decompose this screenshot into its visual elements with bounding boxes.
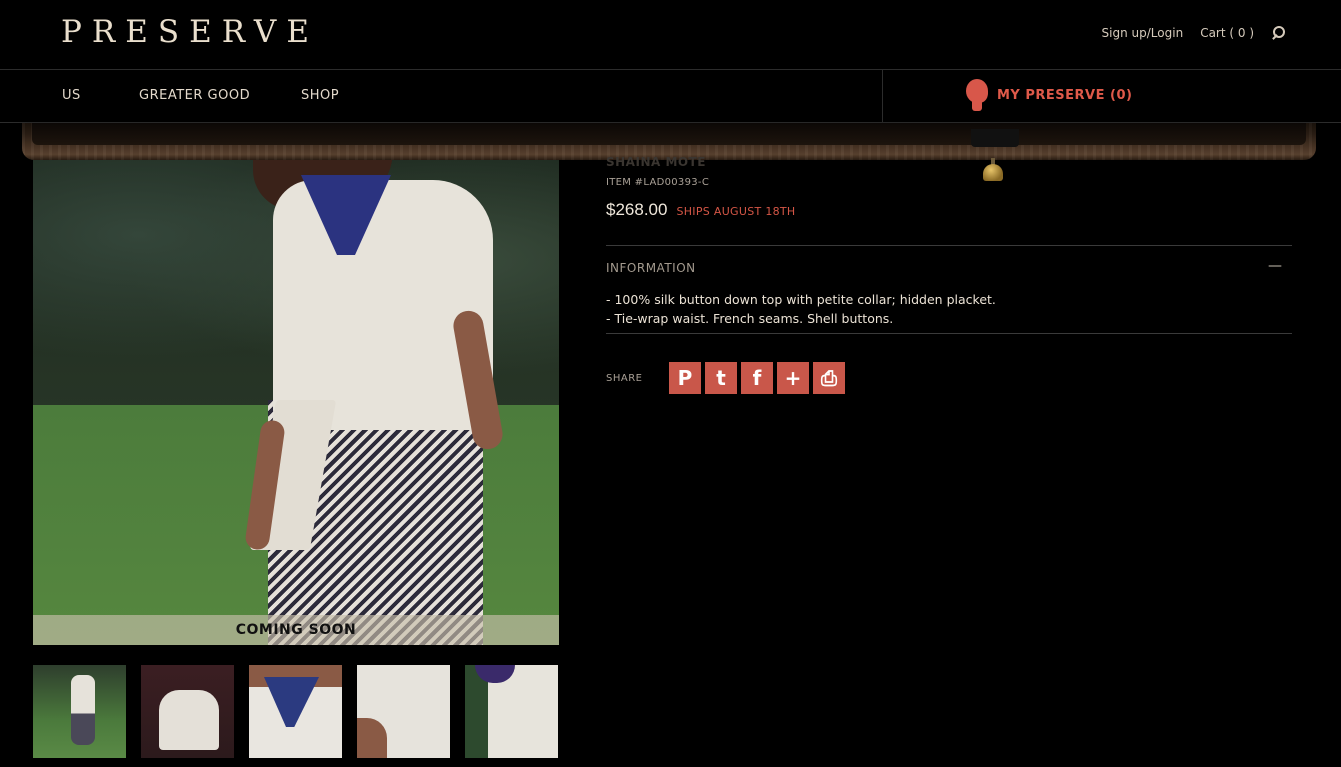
top-header: PRESERVE Sign up/Login Cart ( 0 ) <box>0 0 1341 70</box>
pinterest-icon[interactable]: P <box>669 362 701 394</box>
my-preserve-label[interactable]: MY PRESERVE (0) <box>997 88 1132 103</box>
bell-icon[interactable] <box>982 158 1004 185</box>
thumbnail-1[interactable] <box>33 665 126 758</box>
share-buttons: P t f + ⎙ <box>669 362 845 394</box>
ship-date: SHIPS AUGUST 18TH <box>676 205 796 218</box>
site-logo[interactable]: PRESERVE <box>61 14 319 50</box>
nav-divider <box>882 70 883 123</box>
signup-login-link[interactable]: Sign up/Login <box>1102 26 1184 40</box>
silhouette-icon <box>965 79 989 111</box>
facebook-icon[interactable]: f <box>741 362 773 394</box>
information-line: - Tie-wrap waist. French seams. Shell bu… <box>606 311 894 326</box>
main-nav: US GREATER GOOD SHOP MY PRESERVE (0) <box>0 70 1341 123</box>
collapse-icon[interactable]: — <box>1268 258 1282 274</box>
information-body: - 100% silk button down top with petite … <box>606 290 996 328</box>
thumbnail-3[interactable] <box>249 665 342 758</box>
nav-item-shop[interactable]: SHOP <box>301 88 339 103</box>
thumbnail-strip <box>33 665 558 758</box>
my-preserve-link[interactable]: MY PRESERVE (0) <box>965 79 1132 111</box>
price-row: $268.00 SHIPS AUGUST 18TH <box>606 200 796 220</box>
designer-name[interactable]: SHAINA MOTE <box>606 155 706 169</box>
divider <box>606 245 1292 246</box>
item-number: ITEM #LAD00393-C <box>606 177 710 188</box>
coming-soon-badge: COMING SOON <box>33 615 559 645</box>
thumbnail-2[interactable] <box>141 665 234 758</box>
nav-item-us[interactable]: US <box>62 88 139 103</box>
divider <box>606 333 1292 334</box>
price: $268.00 <box>606 200 668 219</box>
thumbnail-5[interactable] <box>465 665 558 758</box>
share-label: SHARE <box>606 373 643 384</box>
cart-link[interactable]: Cart ( 0 ) <box>1200 26 1254 40</box>
print-icon[interactable]: ⎙ <box>813 362 845 394</box>
product-main-image[interactable]: COMING SOON <box>33 160 559 645</box>
drawer-handle[interactable] <box>971 129 1019 147</box>
model-figure <box>233 160 543 645</box>
nav-item-greater-good[interactable]: GREATER GOOD <box>139 88 301 103</box>
information-heading[interactable]: INFORMATION <box>606 261 696 275</box>
thumbnail-4[interactable] <box>357 665 450 758</box>
plus-icon[interactable]: + <box>777 362 809 394</box>
utility-links: Sign up/Login Cart ( 0 ) <box>1102 26 1285 40</box>
search-icon[interactable] <box>1271 26 1285 40</box>
nav-menu: US GREATER GOOD SHOP <box>62 88 339 103</box>
twitter-icon[interactable]: t <box>705 362 737 394</box>
information-line: - 100% silk button down top with petite … <box>606 292 996 307</box>
